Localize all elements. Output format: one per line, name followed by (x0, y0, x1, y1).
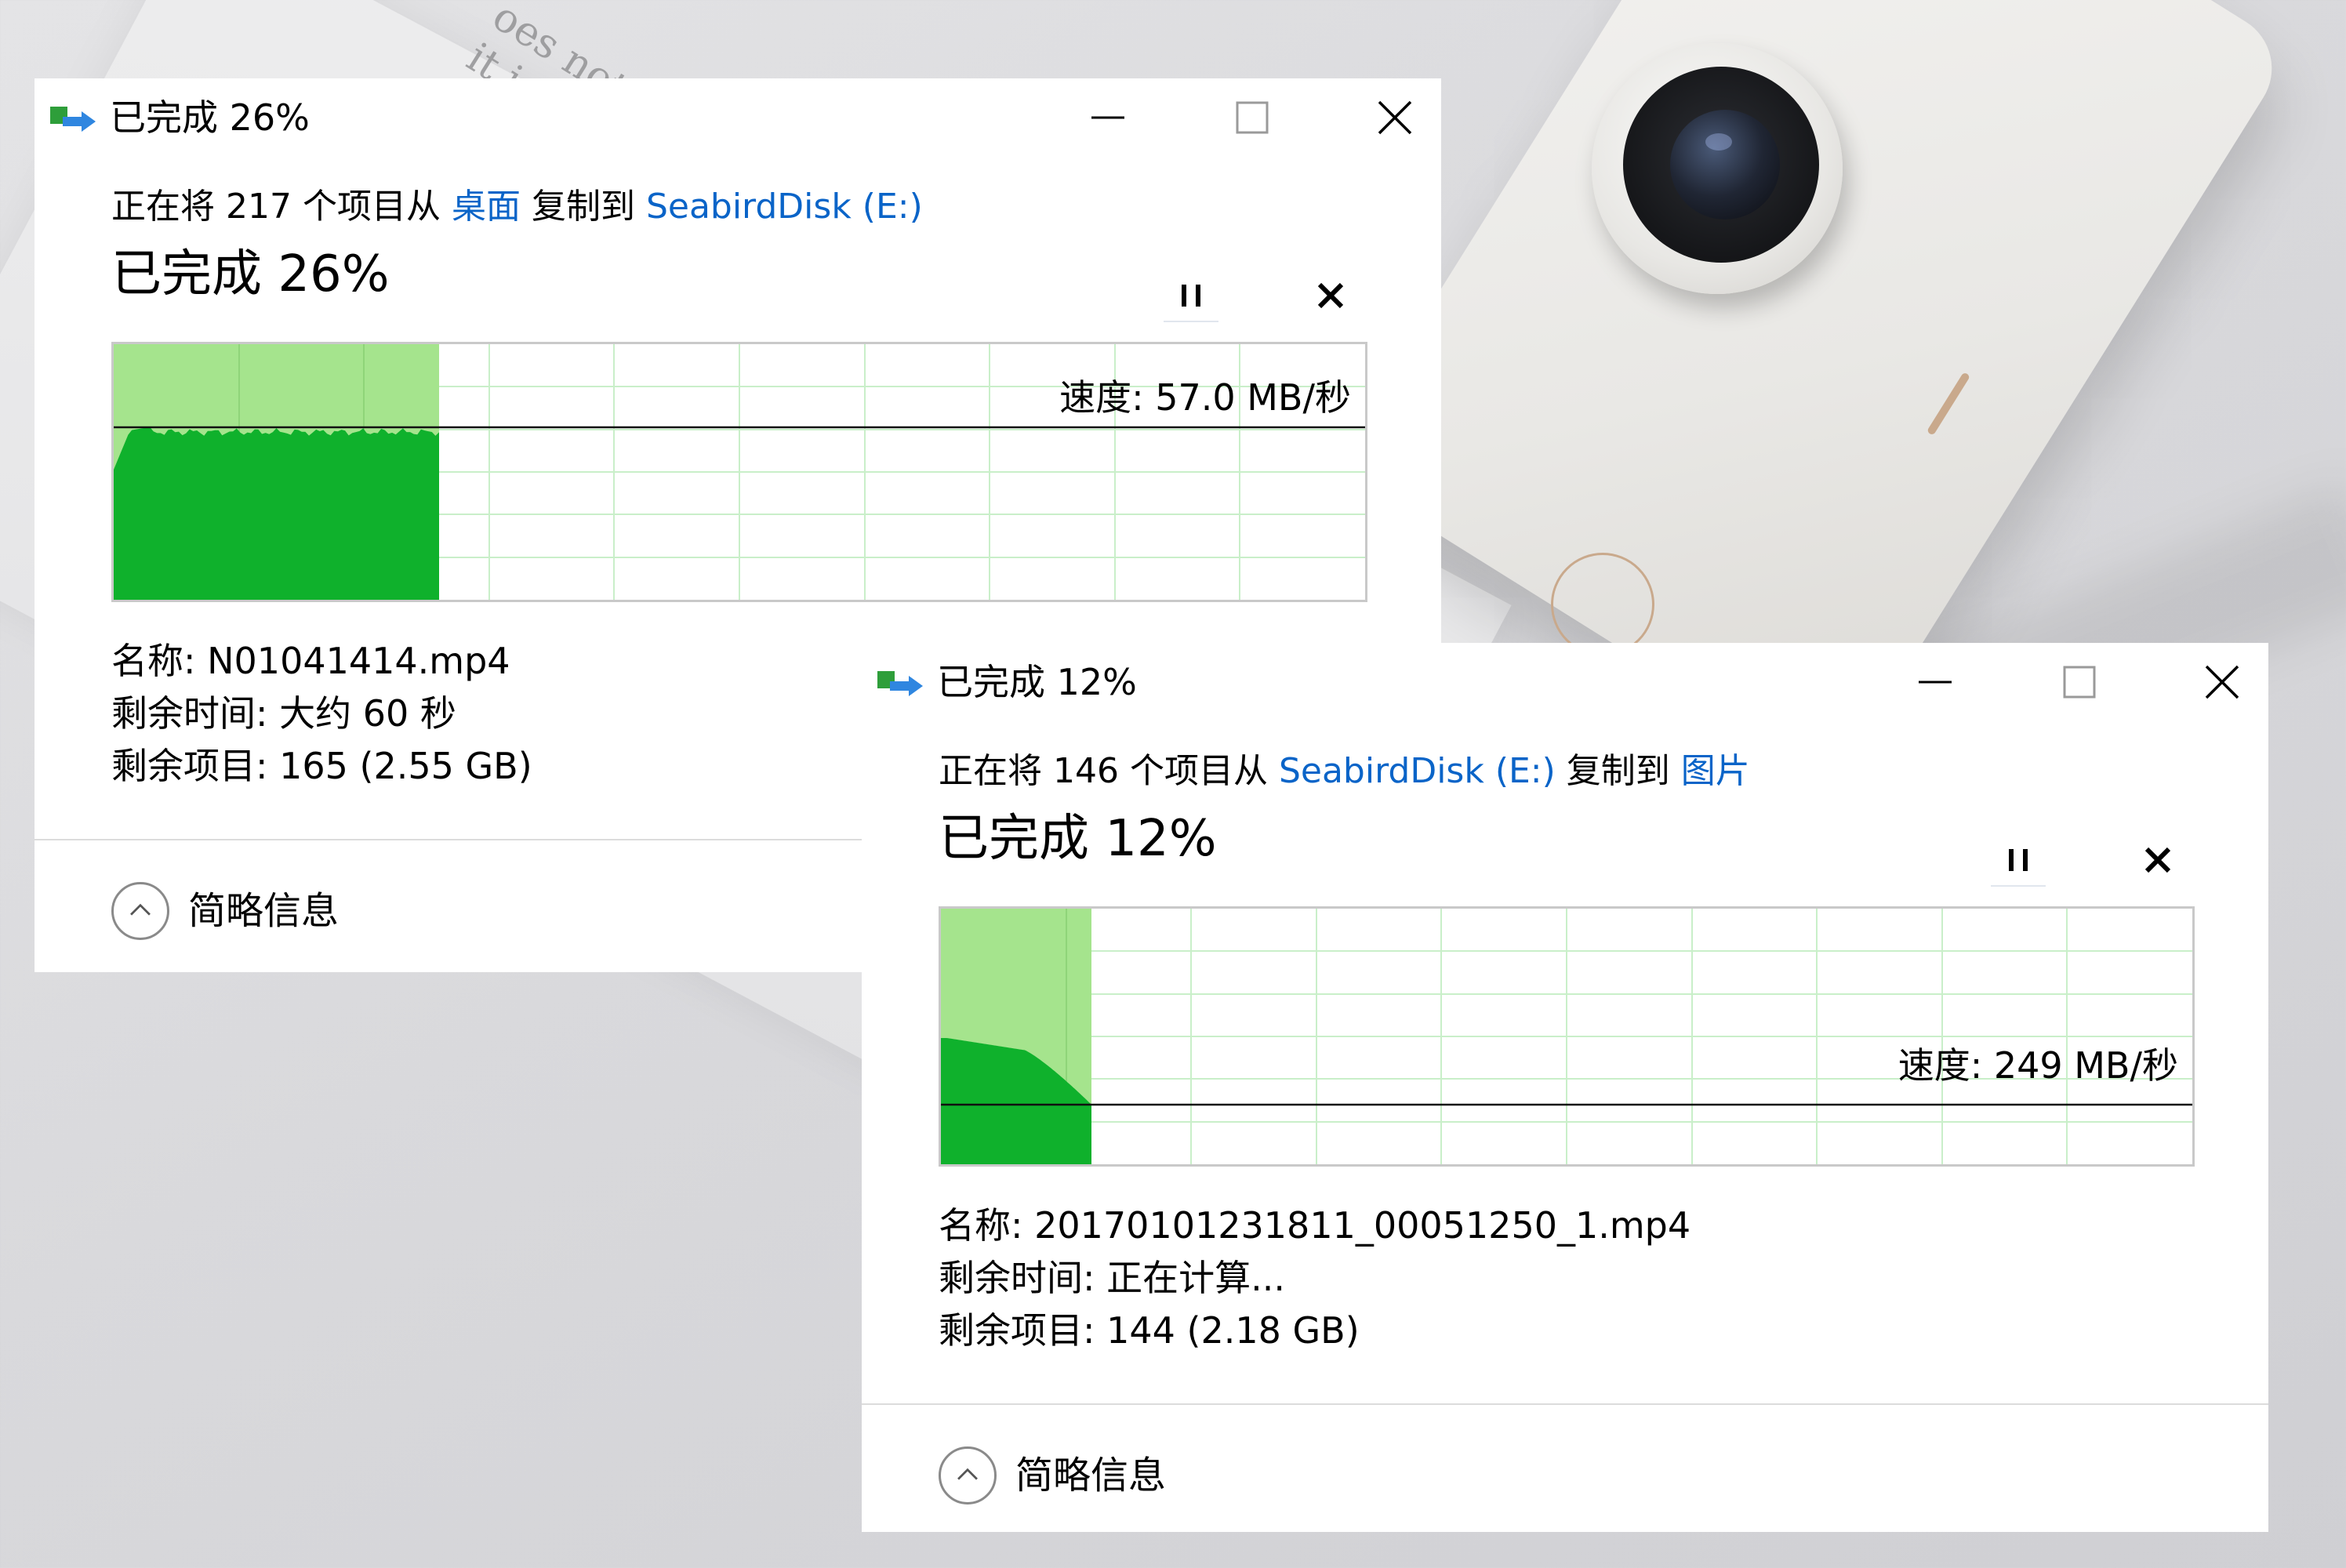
current-file-name: 名称: 20170101231811_00051250_1.mp4 (939, 1204, 1691, 1247)
file-details: 名称: N01041414.mp4 剩余时间: 大约 60 秒 剩余项目: 16… (111, 635, 532, 793)
copy-status-line: 正在将 146 个项目从 SeabirdDisk (E:) 复制到 图片 (939, 748, 1750, 795)
file-details: 名称: 20170101231811_00051250_1.mp4 剩余时间: … (939, 1200, 1690, 1357)
fewer-details-button[interactable] (111, 882, 169, 940)
graph-speed-fill (114, 426, 439, 600)
items-remaining: 剩余项目: 165 (2.55 GB) (111, 745, 532, 787)
camera-lens-glass (1670, 110, 1780, 220)
minimize-button[interactable] (1073, 93, 1143, 143)
fewer-details-label[interactable]: 简略信息 (188, 886, 339, 936)
minimize-button[interactable] (1900, 657, 1970, 707)
status-prefix: 正在将 217 个项目从 (111, 187, 452, 227)
status-prefix: 正在将 146 个项目从 (939, 751, 1279, 791)
items-remaining: 剩余项目: 144 (2.18 GB) (939, 1309, 1360, 1352)
copy-status-line: 正在将 217 个项目从 桌面 复制到 SeabirdDisk (E:) (111, 183, 923, 230)
close-button[interactable] (1360, 93, 1430, 143)
maximize-button[interactable] (1217, 93, 1287, 143)
current-file-name: 名称: N01041414.mp4 (111, 640, 510, 682)
camera-shutter-button (1551, 553, 1654, 656)
maximize-button[interactable] (2044, 657, 2115, 707)
progress-percent: 已完成 26% (111, 245, 390, 303)
destination-drive-link[interactable]: SeabirdDisk (E:) (646, 187, 923, 227)
cancel-copy-button[interactable] (2130, 835, 2185, 885)
status-middle: 复制到 (520, 187, 646, 227)
close-button[interactable] (2187, 657, 2257, 707)
cancel-copy-button[interactable] (1303, 270, 1358, 321)
window-title: 已完成 12% (937, 661, 1137, 703)
speed-graph-canvas (941, 909, 2192, 1164)
time-remaining: 剩余时间: 正在计算... (939, 1257, 1285, 1299)
progress-percent: 已完成 12% (939, 810, 1217, 868)
window-title: 已完成 26% (110, 96, 310, 139)
camera-lens-glint (1705, 133, 1732, 151)
file-copy-icon (877, 666, 924, 698)
source-folder-link[interactable]: 桌面 (452, 187, 521, 227)
speed-label: 速度: 57.0 MB/秒 (1059, 376, 1351, 419)
fewer-details-button[interactable] (939, 1446, 997, 1504)
source-drive-link[interactable]: SeabirdDisk (E:) (1279, 751, 1556, 791)
footer-divider (862, 1403, 2268, 1405)
title-bar[interactable]: 已完成 12% (862, 643, 2268, 721)
transfer-speed-graph: 速度: 57.0 MB/秒 (111, 342, 1367, 602)
title-bar[interactable]: 已完成 26% (34, 78, 1441, 157)
destination-folder-link[interactable]: 图片 (1681, 751, 1750, 791)
status-middle: 复制到 (1555, 751, 1681, 791)
speed-label: 速度: 249 MB/秒 (1898, 1044, 2178, 1087)
file-copy-icon (50, 102, 97, 133)
pause-button[interactable] (1164, 270, 1218, 322)
transfer-speed-graph: 速度: 249 MB/秒 (939, 906, 2195, 1167)
time-remaining: 剩余时间: 大约 60 秒 (111, 692, 456, 735)
fewer-details-label[interactable]: 简略信息 (1015, 1450, 1166, 1501)
pause-button[interactable] (1991, 835, 2046, 887)
copy-dialog-disk-to-pictures: 已完成 12% 正在将 146 个项目从 SeabirdDisk (E:) 复制… (862, 643, 2268, 1532)
